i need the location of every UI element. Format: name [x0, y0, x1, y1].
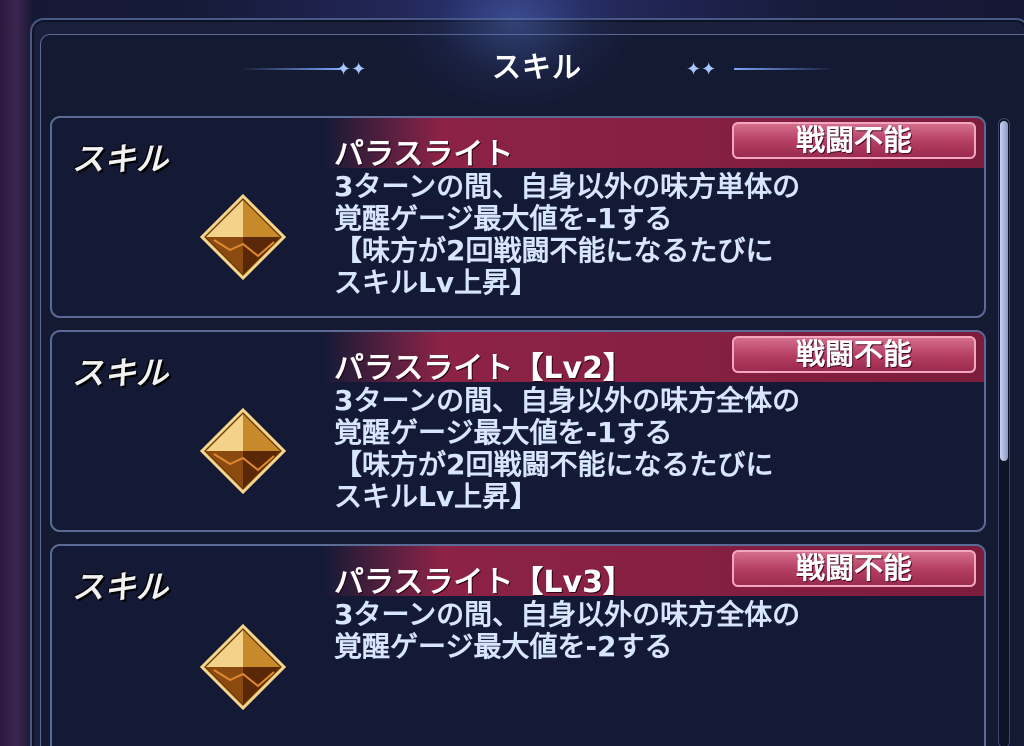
skill-label: スキル	[72, 354, 169, 392]
left-frame-edge	[0, 0, 32, 746]
sparkle-icon: ✦✦	[686, 59, 717, 80]
gold-diamond-gem-icon	[200, 194, 286, 280]
scrollbar[interactable]	[998, 118, 1010, 746]
skill-name: パラスライト	[334, 137, 514, 172]
skill-card[interactable]: スキル パラスライト【Lv3】 戦闘不能 3ターンの間、自身以外の味方全体の 覚…	[50, 544, 986, 746]
skill-description: 3ターンの間、自身以外の味方全体の 覚醒ゲージ最大値を-2する	[334, 598, 801, 663]
gold-diamond-gem-icon	[200, 624, 286, 710]
panel-title: スキル	[491, 50, 582, 84]
condition-tag: 戦闘不能	[732, 336, 976, 373]
skill-card[interactable]: スキル パラスライト 戦闘不能 3ターンの間、自身以外の味方単体の 覚醒ゲージ最…	[50, 116, 986, 318]
condition-tag: 戦闘不能	[732, 550, 976, 587]
skill-name: パラスライト【Lv3】	[334, 565, 633, 600]
skill-name: パラスライト【Lv2】	[334, 351, 633, 386]
skill-card[interactable]: スキル パラスライト【Lv2】 戦闘不能 3ターンの間、自身以外の味方全体の 覚…	[50, 330, 986, 532]
skill-label: スキル	[72, 140, 169, 178]
scrollbar-thumb[interactable]	[1000, 121, 1008, 461]
skill-label: スキル	[72, 568, 169, 606]
skill-description: 3ターンの間、自身以外の味方全体の 覚醒ゲージ最大値を-1する 【味方が2回戦闘…	[334, 384, 801, 513]
title-divider-right	[734, 68, 834, 70]
condition-tag: 戦闘不能	[732, 122, 976, 159]
skill-description: 3ターンの間、自身以外の味方単体の 覚醒ゲージ最大値を-1する 【味方が2回戦闘…	[334, 170, 801, 299]
gold-diamond-gem-icon	[200, 408, 286, 494]
